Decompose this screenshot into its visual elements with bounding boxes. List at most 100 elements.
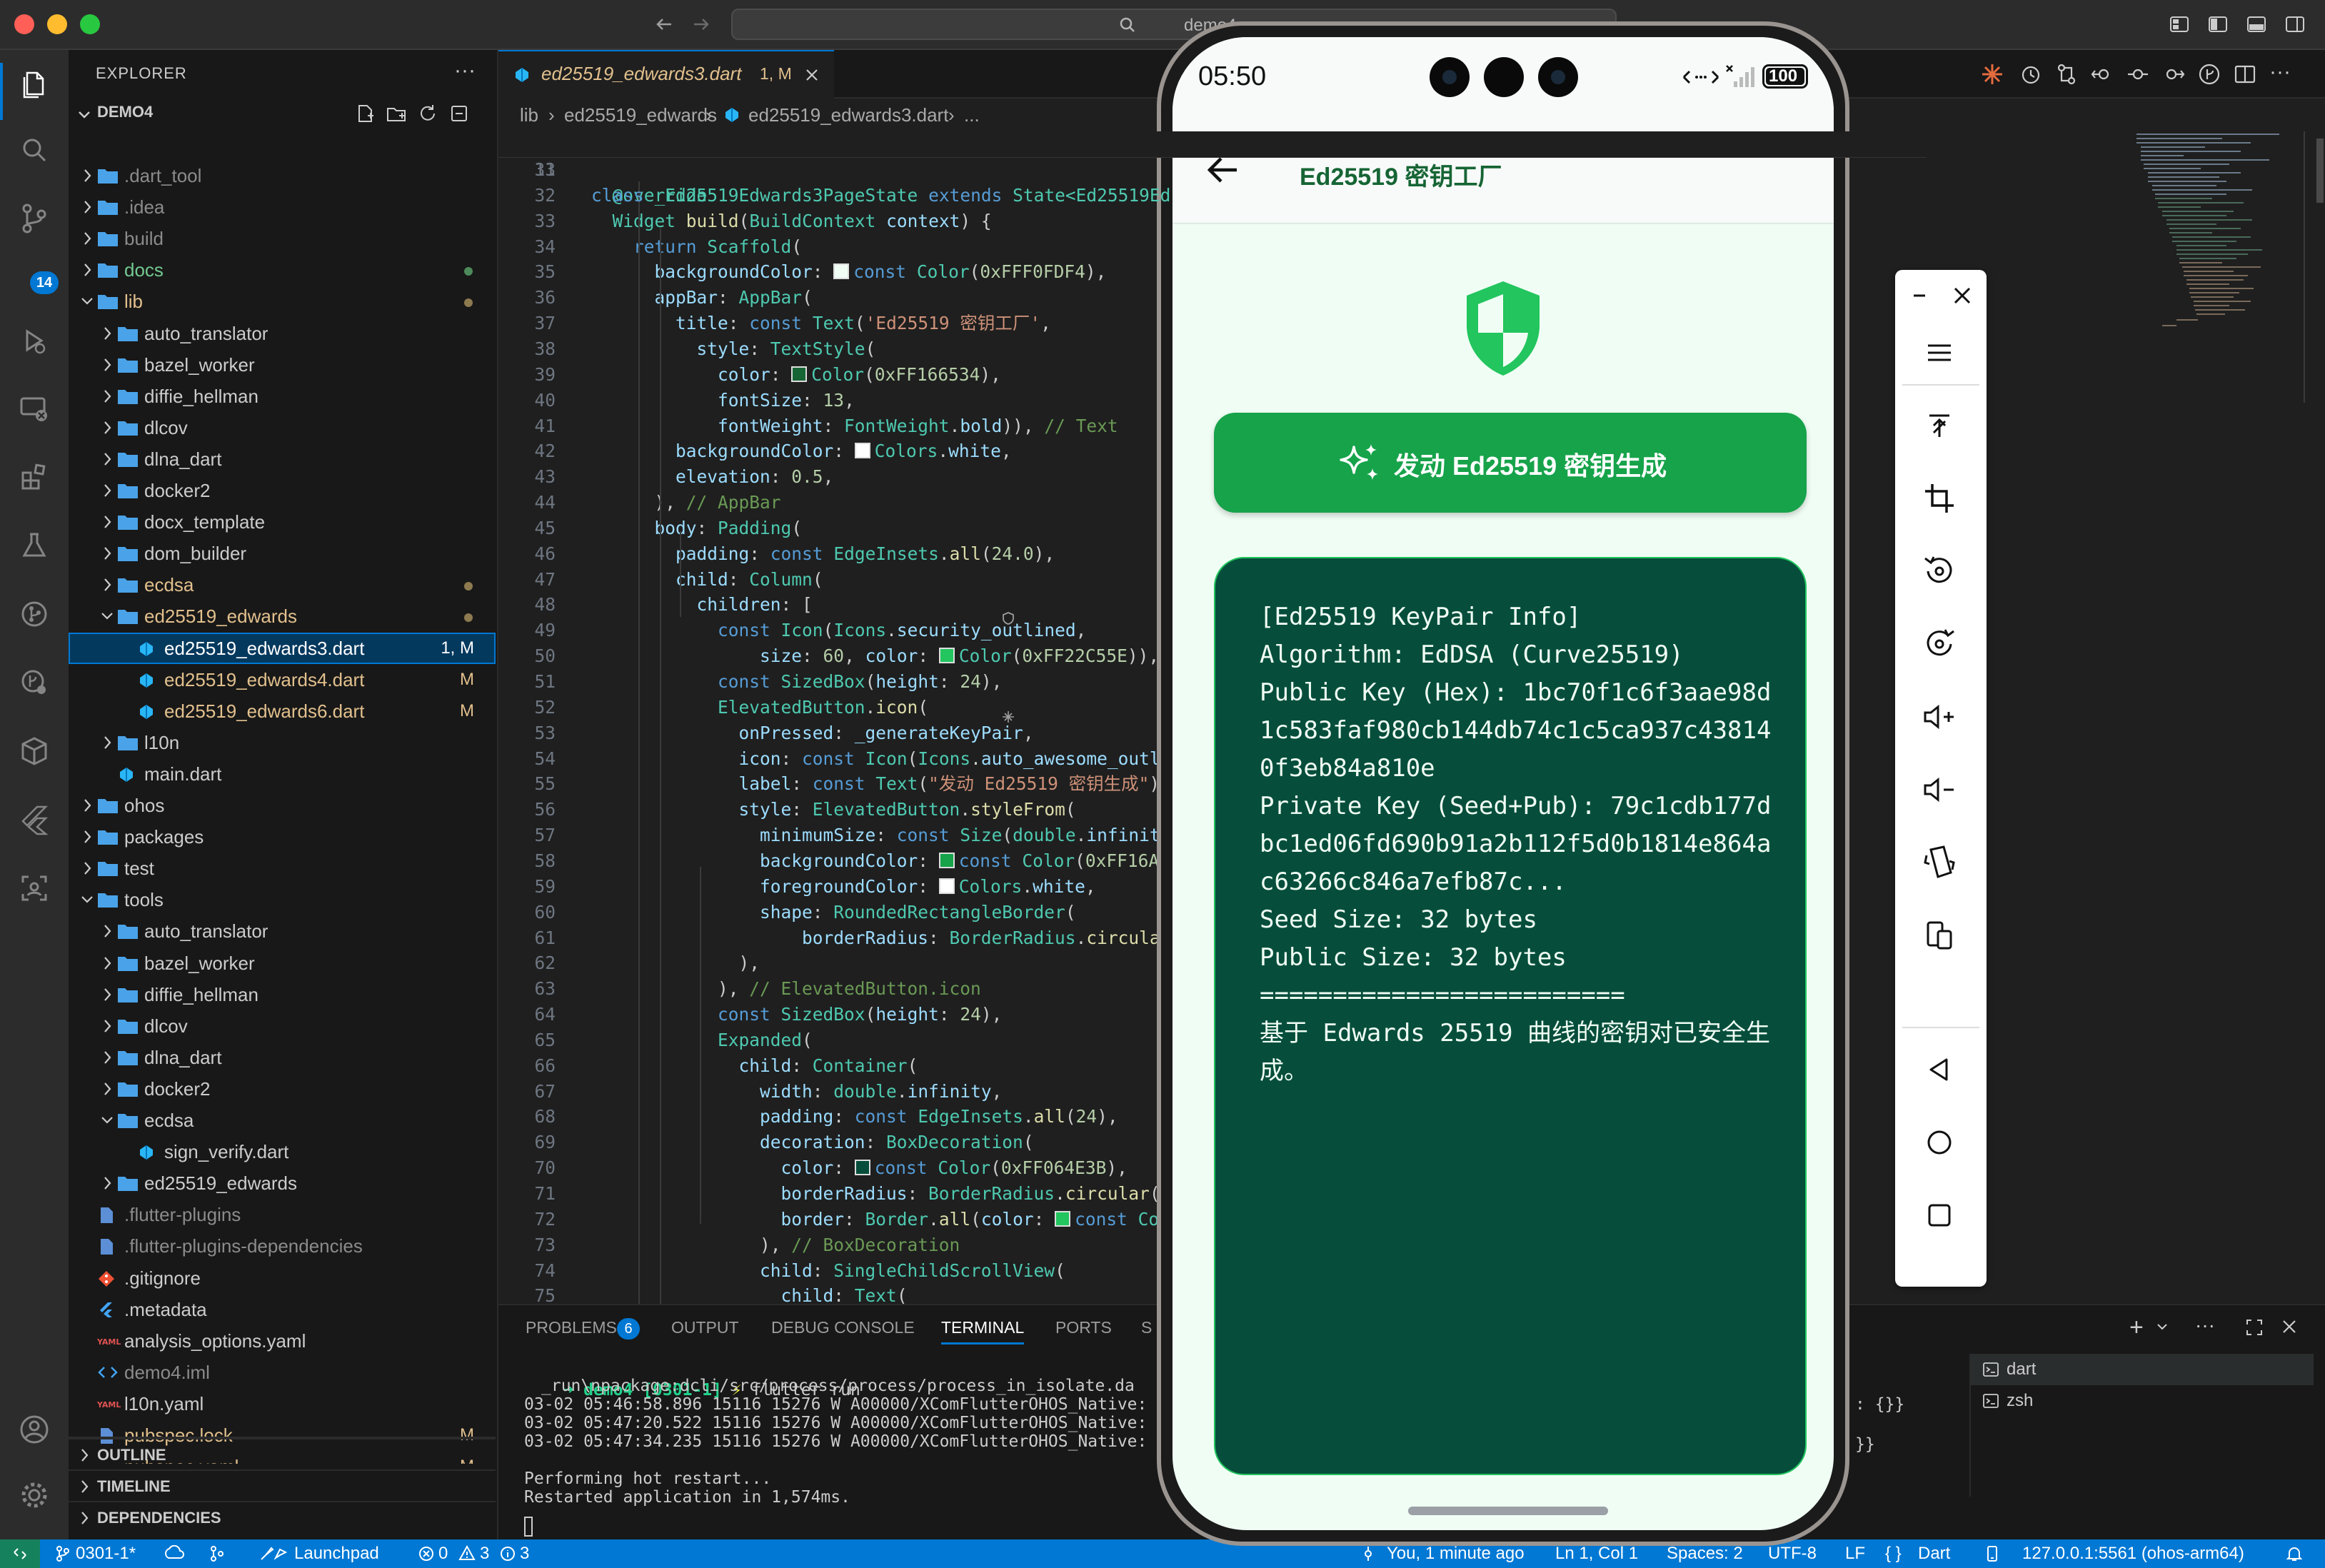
split-editor-icon[interactable] bbox=[2234, 63, 2256, 86]
close-window-button[interactable] bbox=[14, 14, 34, 34]
rotate-left-icon[interactable] bbox=[1918, 550, 1961, 593]
toggle-panel-icon[interactable] bbox=[2245, 13, 2268, 36]
tab-output[interactable]: OUTPUT bbox=[671, 1318, 739, 1337]
tree-folder-docker2[interactable]: docker2 bbox=[69, 1073, 496, 1105]
remote-explorer-icon[interactable] bbox=[17, 391, 51, 426]
breadcrumb-lib[interactable]: lib bbox=[520, 99, 538, 131]
toggle-secondary-sidebar-icon[interactable] bbox=[2284, 13, 2306, 36]
sparkle-icon[interactable] bbox=[1981, 63, 2004, 86]
tree-folder-docker2[interactable]: docker2 bbox=[69, 475, 496, 506]
tree-folder-tools[interactable]: tools bbox=[69, 884, 496, 915]
toggle-primary-sidebar-icon[interactable] bbox=[2206, 13, 2229, 36]
tree-folder-dlna-dart[interactable]: dlna_dart bbox=[69, 1042, 496, 1073]
tree-folder--dart-tool[interactable]: .dart_tool bbox=[69, 160, 496, 191]
containers-icon[interactable] bbox=[17, 734, 51, 768]
editor-scrollbar-thumb[interactable] bbox=[2316, 139, 2324, 203]
tree-file--flutter-plugins-dependencies[interactable]: .flutter-plugins-dependencies bbox=[69, 1230, 496, 1262]
tree-folder-dlcov[interactable]: dlcov bbox=[69, 1010, 496, 1042]
tab-more[interactable]: S bbox=[1141, 1318, 1152, 1337]
section-outline[interactable]: OUTLINE bbox=[69, 1438, 496, 1471]
menu-icon[interactable] bbox=[1918, 331, 1961, 374]
open-changes-working-icon[interactable] bbox=[2126, 63, 2149, 86]
tree-folder-dlcov[interactable]: dlcov bbox=[69, 412, 496, 443]
breadcrumb-symbol[interactable]: ... bbox=[964, 99, 980, 131]
tree-folder-ecdsa[interactable]: ecdsa bbox=[69, 1105, 496, 1136]
tree-file--metadata[interactable]: .metadata bbox=[69, 1294, 496, 1325]
tree-folder-bazel-worker[interactable]: bazel_worker bbox=[69, 349, 496, 381]
crop-screenshot-icon[interactable] bbox=[1918, 477, 1961, 520]
tree-folder-packages[interactable]: packages bbox=[69, 821, 496, 853]
volume-up-icon[interactable] bbox=[1918, 695, 1961, 738]
nav-home-icon[interactable] bbox=[1918, 1121, 1961, 1164]
tree-folder-ed25519-edwards[interactable]: ed25519_edwards bbox=[69, 1167, 496, 1199]
breadcrumb-file[interactable]: ed25519_edwards3.dart bbox=[748, 99, 948, 131]
editor-more-icon[interactable]: ··· bbox=[2269, 60, 2291, 84]
tree-file--gitignore[interactable]: .gitignore bbox=[69, 1262, 496, 1294]
git-graph-status-icon[interactable] bbox=[209, 1545, 226, 1562]
forward-arrow-icon[interactable] bbox=[690, 13, 713, 36]
editor-tab-active[interactable]: ed25519_edwards3.dart 1, M bbox=[498, 50, 834, 99]
timeline-history-icon[interactable] bbox=[2019, 63, 2042, 86]
run-debug-icon[interactable] bbox=[17, 324, 51, 358]
minimize-icon[interactable] bbox=[1909, 286, 1929, 306]
nav-back-icon[interactable] bbox=[1918, 1048, 1961, 1091]
minimize-window-button[interactable] bbox=[47, 14, 67, 34]
tree-folder-l10n[interactable]: l10n bbox=[69, 727, 496, 758]
back-arrow-icon[interactable] bbox=[1205, 154, 1240, 186]
launchpad-label[interactable]: Launchpad bbox=[294, 1539, 379, 1568]
tree-file-analysis-options-yaml[interactable]: YAML analysis_options.yaml bbox=[69, 1325, 496, 1357]
screenshot-tool-icon[interactable] bbox=[17, 871, 51, 905]
branch-name[interactable]: 0301-1* bbox=[76, 1539, 136, 1568]
tree-folder-build[interactable]: build bbox=[69, 223, 496, 254]
tree-folder-diffie-hellman[interactable]: diffie_hellman bbox=[69, 381, 496, 412]
section-timeline[interactable]: TIMELINE bbox=[69, 1469, 496, 1502]
tree-folder-docs[interactable]: docs bbox=[69, 254, 496, 286]
chevron-down-icon[interactable] bbox=[2155, 1320, 2169, 1334]
error-count[interactable]: 0 bbox=[438, 1539, 448, 1568]
zoom-window-button[interactable] bbox=[80, 14, 100, 34]
tab-debug-console[interactable]: DEBUG CONSOLE bbox=[771, 1318, 915, 1337]
section-dependencies[interactable]: DEPENDENCIES bbox=[69, 1501, 496, 1534]
sync-icon[interactable] bbox=[164, 1545, 184, 1562]
language-mode[interactable]: Dart bbox=[1918, 1539, 1950, 1568]
minimap[interactable] bbox=[2134, 131, 2305, 403]
remote-indicator[interactable] bbox=[0, 1539, 40, 1568]
panel-more-icon[interactable]: ··· bbox=[2195, 1314, 2215, 1337]
open-changes-next-icon[interactable] bbox=[2162, 63, 2185, 86]
gitlens-icon[interactable] bbox=[17, 665, 51, 700]
tree-file-main-dart[interactable]: main.dart bbox=[69, 758, 496, 790]
close-tab-icon[interactable] bbox=[804, 67, 820, 83]
terminal-list-item-zsh[interactable]: zsh bbox=[1971, 1385, 2314, 1417]
compare-changes-icon[interactable] bbox=[2055, 63, 2078, 86]
tree-folder-dom-builder[interactable]: dom_builder bbox=[69, 538, 496, 569]
manage-gear-icon[interactable] bbox=[17, 1478, 51, 1512]
always-on-top-icon[interactable] bbox=[1918, 404, 1961, 447]
tree-folder--idea[interactable]: .idea bbox=[69, 191, 496, 223]
maximize-panel-icon[interactable] bbox=[2245, 1318, 2264, 1337]
tree-folder-ecdsa[interactable]: ecdsa bbox=[69, 569, 496, 600]
tab-terminal[interactable]: TERMINAL bbox=[941, 1318, 1024, 1337]
tree-file-ed25519-edwards3-dart[interactable]: ed25519_edwards3.dart 1, M bbox=[69, 633, 496, 664]
volume-down-icon[interactable] bbox=[1918, 768, 1961, 811]
tab-ports[interactable]: PORTS bbox=[1055, 1318, 1112, 1337]
rotate-right-icon[interactable] bbox=[1918, 623, 1961, 665]
close-panel-icon[interactable] bbox=[2281, 1318, 2298, 1335]
end-of-line[interactable]: LF bbox=[1845, 1539, 1865, 1568]
accounts-icon[interactable] bbox=[17, 1412, 51, 1447]
tree-folder-auto-translator[interactable]: auto_translator bbox=[69, 915, 496, 947]
tree-file--flutter-plugins[interactable]: .flutter-plugins bbox=[69, 1199, 496, 1230]
tree-folder-auto-translator[interactable]: auto_translator bbox=[69, 318, 496, 349]
source-control-icon[interactable] bbox=[17, 201, 51, 236]
flutter-device[interactable]: 127.0.0.1:5561 (ohos-arm64) bbox=[2022, 1539, 2244, 1568]
tree-file-sign-verify-dart[interactable]: sign_verify.dart bbox=[69, 1136, 496, 1167]
tab-problems[interactable]: PROBLEMS bbox=[526, 1318, 617, 1337]
terminal-list-item-dart[interactable]: dart bbox=[1971, 1354, 2314, 1385]
search-icon[interactable] bbox=[17, 133, 51, 167]
notifications-icon[interactable] bbox=[2285, 1545, 2304, 1562]
tree-folder-ed25519-edwards[interactable]: ed25519_edwards bbox=[69, 600, 496, 632]
tree-folder-test[interactable]: test bbox=[69, 853, 496, 884]
tree-folder-bazel-worker[interactable]: bazel_worker bbox=[69, 948, 496, 979]
gitlens-inspect-icon[interactable] bbox=[2198, 63, 2221, 86]
fold-device-icon[interactable] bbox=[1918, 841, 1961, 884]
tree-folder-lib[interactable]: lib bbox=[69, 286, 496, 317]
